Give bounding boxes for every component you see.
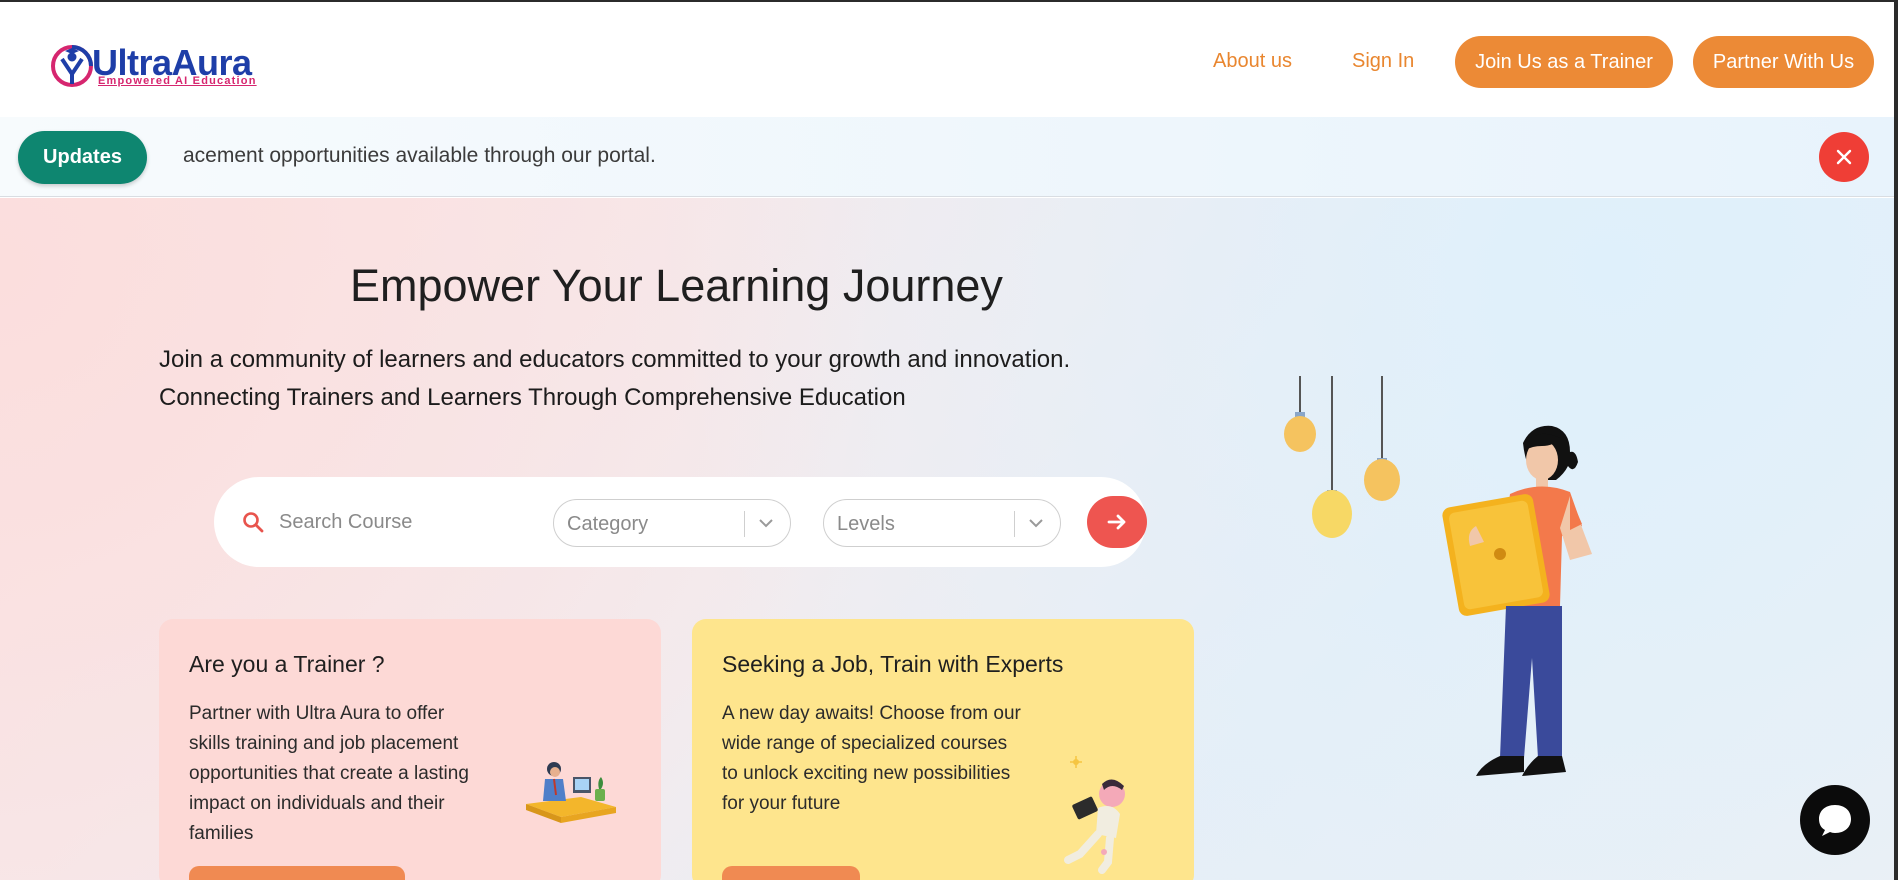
search-course-input[interactable] xyxy=(279,503,539,541)
search-icon xyxy=(243,512,264,533)
trainer-card-button[interactable] xyxy=(189,866,405,880)
chat-bubble-icon xyxy=(1819,805,1851,836)
hero-subtitle-line-1: Join a community of learners and educato… xyxy=(159,346,1071,373)
search-submit-button[interactable] xyxy=(1087,496,1147,548)
levels-select-placeholder: Levels xyxy=(837,513,895,535)
trainer-card-text: Partner with Ultra Aura to offer skills … xyxy=(189,703,469,844)
levels-select[interactable]: Levels xyxy=(823,499,1061,547)
job-card-title: Seeking a Job, Train with Experts xyxy=(722,651,1064,677)
hero-subtitle-line-2: Connecting Trainers and Learners Through… xyxy=(159,384,906,411)
hero-title: Empower Your Learning Journey xyxy=(350,260,1003,311)
select-separator xyxy=(744,511,745,537)
brand-logo[interactable]: UltraAura Empowered AI Education xyxy=(48,42,268,92)
select-separator xyxy=(1014,511,1015,537)
page-scrollbar[interactable] xyxy=(1894,2,1898,880)
brand-emblem-icon xyxy=(51,45,93,87)
updates-badge[interactable]: Updates xyxy=(18,131,147,184)
trainer-card-title: Are you a Trainer ? xyxy=(189,651,385,677)
category-select-placeholder: Category xyxy=(567,513,649,535)
join-trainer-button[interactable]: Join Us as a Trainer xyxy=(1455,36,1673,88)
partner-button[interactable]: Partner With Us xyxy=(1693,36,1874,88)
student-tablet-illustration xyxy=(1064,756,1125,874)
chevron-down-icon xyxy=(1029,519,1043,528)
hero-section: Empower Your Learning Journey Join a com… xyxy=(0,198,1894,880)
close-updates-button[interactable] xyxy=(1819,132,1869,182)
brand-tagline: Empowered AI Education xyxy=(98,75,257,87)
trainer-desk-illustration xyxy=(526,762,616,823)
chevron-down-icon xyxy=(759,519,773,528)
site-header: UltraAura Empowered AI Education About u… xyxy=(0,2,1894,117)
updates-bar: Updates acement opportunities available … xyxy=(0,117,1894,197)
course-search-bar: Category Levels xyxy=(214,477,1147,567)
nav-about-us[interactable]: About us xyxy=(1213,50,1292,73)
nav-sign-in[interactable]: Sign In xyxy=(1352,50,1414,73)
trainer-card: Are you a Trainer ? Partner with Ultra A… xyxy=(159,619,661,880)
woman-with-tablet-illustration xyxy=(1284,376,1592,776)
job-card: Seeking a Job, Train with Experts A new … xyxy=(692,619,1194,880)
job-card-button[interactable] xyxy=(722,866,860,880)
close-icon xyxy=(1836,149,1852,165)
updates-ticker: acement opportunities available through … xyxy=(183,144,656,167)
category-select[interactable]: Category xyxy=(553,499,791,547)
job-card-text: A new day awaits! Choose from our wide r… xyxy=(722,703,1021,814)
chat-widget-button[interactable] xyxy=(1800,785,1870,855)
arrow-right-icon xyxy=(1107,514,1126,530)
